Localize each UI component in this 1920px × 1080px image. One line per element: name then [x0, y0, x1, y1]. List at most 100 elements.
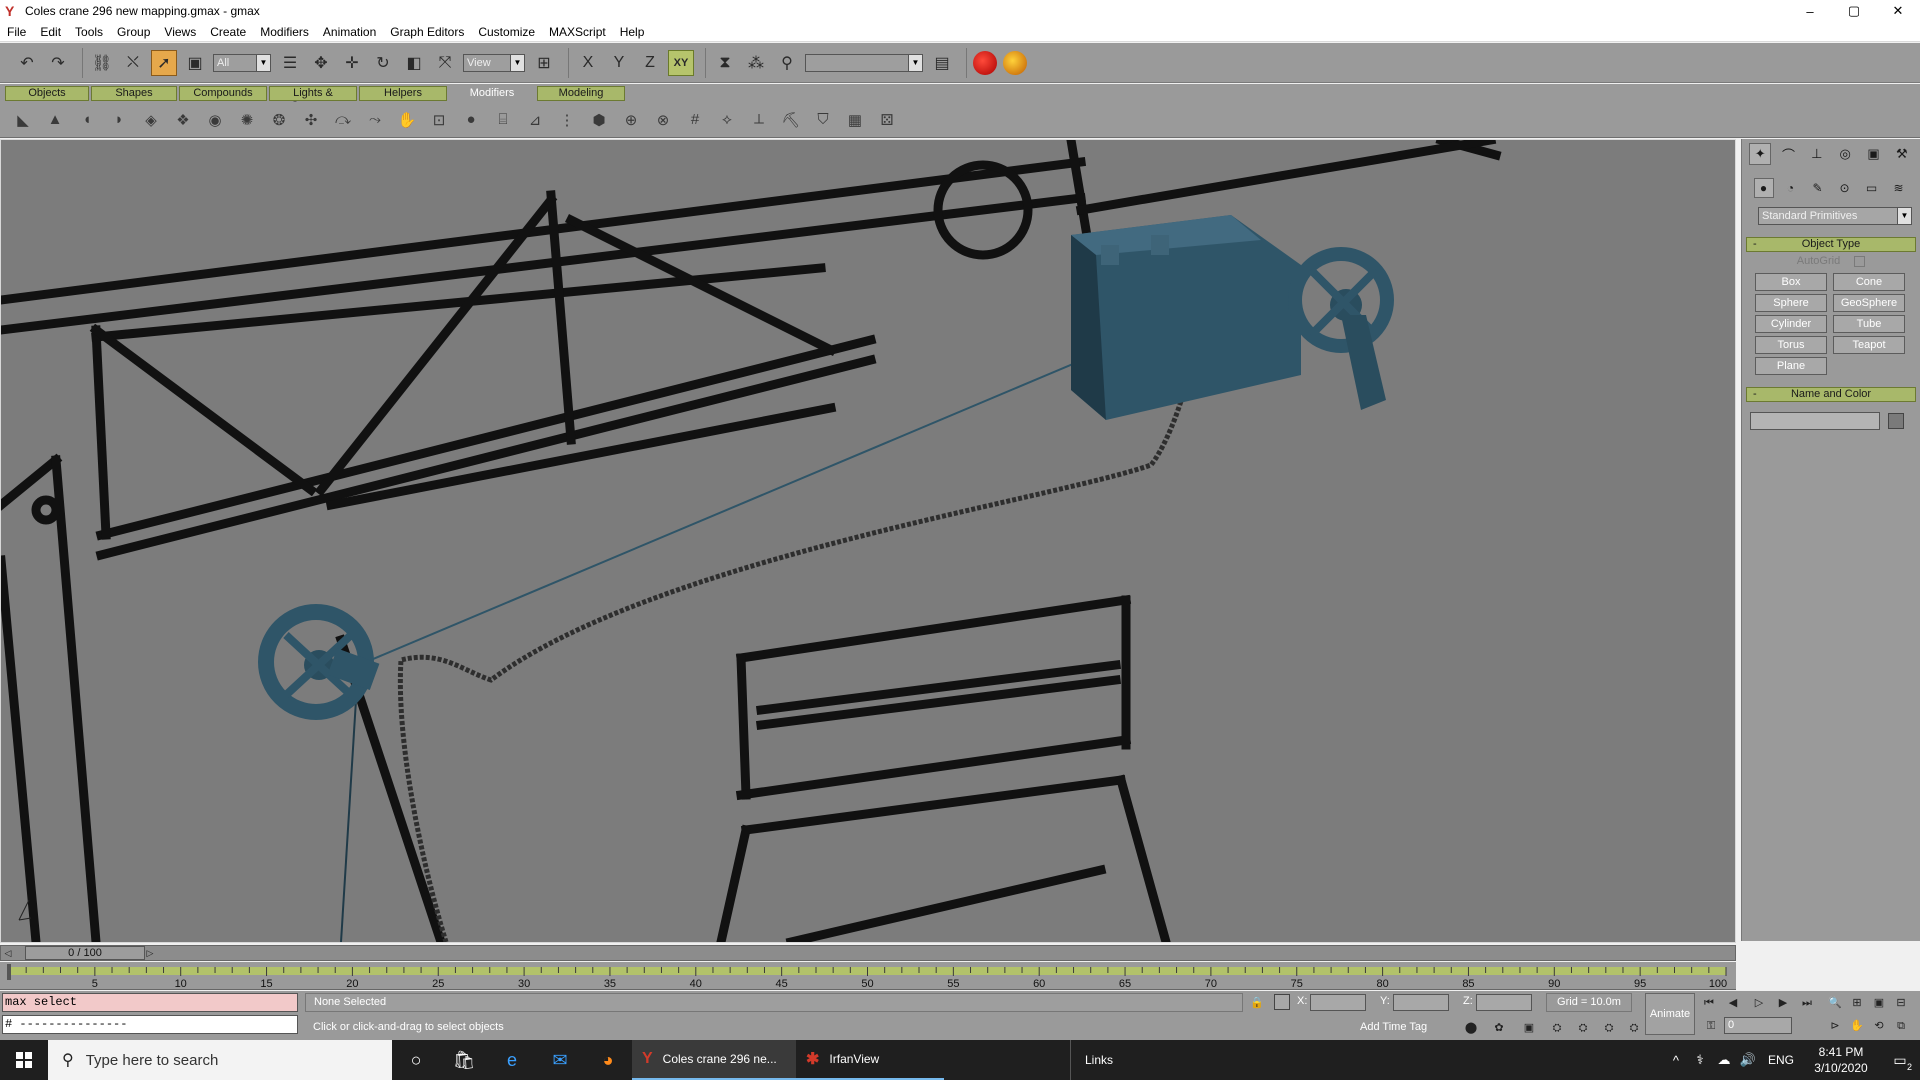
pivot-center-icon[interactable]: ⊞	[531, 50, 557, 76]
ik-joint-icon[interactable]: ⛭	[1600, 1019, 1618, 1037]
restrict-x-button[interactable]: X	[575, 50, 601, 76]
lathe-modifier-icon[interactable]: ⤳	[362, 107, 388, 133]
tab-helpers[interactable]: Helpers	[359, 85, 447, 101]
time-slider[interactable]: ◁ 0 / 100 ▷	[0, 945, 1736, 961]
lattice-modifier-icon[interactable]: ✺	[234, 107, 260, 133]
selection-region-icon[interactable]: ▣	[182, 50, 208, 76]
close-button[interactable]: ✕	[1876, 0, 1920, 22]
cone-button[interactable]: Cone	[1833, 273, 1905, 291]
cameras-category-icon[interactable]: ⊙	[1835, 178, 1855, 198]
tab-modeling[interactable]: Modeling	[537, 85, 625, 101]
create-panel-icon[interactable]: ✦	[1749, 143, 1772, 165]
y-coordinate-field[interactable]	[1393, 994, 1449, 1011]
go-to-start-icon[interactable]: ⏮	[1700, 994, 1718, 1012]
next-frame-icon[interactable]: ▶	[1774, 994, 1792, 1012]
ik-alt-icon[interactable]: ⛭	[1574, 1019, 1592, 1037]
select-and-link-icon[interactable]: ⛓	[89, 50, 115, 76]
object-color-swatch[interactable]	[1888, 413, 1904, 429]
displace-modifier-icon[interactable]: ⟡	[714, 107, 740, 133]
geosphere-button[interactable]: GeoSphere	[1833, 294, 1905, 312]
x-coordinate-field[interactable]	[1310, 994, 1366, 1011]
notification-center-icon[interactable]: ▭ 2	[1880, 1040, 1920, 1080]
mesh-smooth-modifier-icon[interactable]: ❂	[266, 107, 292, 133]
perspective-viewport[interactable]	[0, 139, 1736, 943]
material-editor-icon[interactable]	[973, 50, 997, 75]
menu-maxscript[interactable]: MAXScript	[542, 22, 613, 42]
object-name-input[interactable]	[1750, 412, 1880, 430]
menu-help[interactable]: Help	[613, 22, 652, 42]
torus-button[interactable]: Torus	[1755, 336, 1827, 354]
unlink-selection-icon[interactable]: ⛌	[120, 50, 146, 76]
tube-button[interactable]: Tube	[1833, 315, 1905, 333]
volume-icon[interactable]: 🔊	[1736, 1040, 1760, 1080]
restrict-xy-button[interactable]: XY	[668, 49, 694, 76]
add-time-tag[interactable]: Add Time Tag	[1360, 1019, 1432, 1035]
box-button[interactable]: Box	[1755, 273, 1827, 291]
listener-output[interactable]: max select	[2, 993, 298, 1012]
xform-modifier-icon[interactable]: ⊗	[650, 107, 676, 133]
relax-modifier-icon[interactable]: ✣	[298, 107, 324, 133]
redo-icon[interactable]: ↷	[45, 50, 71, 76]
tab-objects[interactable]: Objects	[5, 85, 89, 101]
object-type-header[interactable]: - Object Type	[1746, 237, 1916, 252]
current-frame-marker[interactable]	[7, 964, 11, 980]
bend-modifier-icon[interactable]: ◣	[10, 107, 36, 133]
cortana-icon[interactable]: ○	[392, 1040, 440, 1080]
select-and-move-icon[interactable]: ✥	[308, 50, 334, 76]
zoom-all-icon[interactable]: ⊞	[1848, 994, 1866, 1012]
mirror-icon[interactable]: ⧗	[712, 50, 738, 76]
onedrive-icon[interactable]: ☁	[1712, 1040, 1736, 1080]
plane-button[interactable]: Plane	[1755, 357, 1827, 375]
network-icon[interactable]: ⚕	[1688, 1040, 1712, 1080]
unwrap-uvw-icon[interactable]: ⚄	[874, 107, 900, 133]
links-toolbar[interactable]: Links	[1070, 1040, 1113, 1080]
chevron-right-icon[interactable]: ▷	[143, 946, 157, 960]
noise-modifier-icon[interactable]: ◗	[106, 107, 132, 133]
menu-animation[interactable]: Animation	[316, 22, 383, 42]
snap-toggle-icon[interactable]: ⚲	[774, 50, 800, 76]
menu-views[interactable]: Views	[157, 22, 203, 42]
uvw-map-modifier-icon[interactable]: ⊡	[426, 107, 452, 133]
space-warps-category-icon[interactable]: ≋	[1889, 178, 1909, 198]
mail-icon[interactable]: ✉	[536, 1040, 584, 1080]
taper-modifier-icon[interactable]: ▲	[42, 107, 68, 133]
menu-graph-editors[interactable]: Graph Editors	[383, 22, 471, 42]
select-object-icon[interactable]: ➚	[151, 49, 177, 76]
helpers-category-icon[interactable]: ▭	[1862, 178, 1882, 198]
previous-frame-icon[interactable]: ◀	[1724, 994, 1742, 1012]
taskbar-app-irfanview[interactable]: ✱ IrfanView	[796, 1040, 944, 1080]
cylinder-button[interactable]: Cylinder	[1755, 315, 1827, 333]
ik-terminator-icon[interactable]: ⛭	[1625, 1019, 1643, 1037]
select-and-scale-icon[interactable]: ◧	[401, 50, 427, 76]
geometry-category-icon[interactable]: ●	[1753, 178, 1774, 198]
language-indicator[interactable]: ENG	[1760, 1053, 1802, 1067]
maximize-button[interactable]: ▢	[1832, 0, 1876, 22]
menu-edit[interactable]: Edit	[33, 22, 68, 42]
mesh-select-icon[interactable]: ⊕	[618, 107, 644, 133]
utilities-panel-icon[interactable]: ⚒	[1891, 143, 1913, 165]
select-and-rotate-icon[interactable]: ↻	[370, 50, 396, 76]
autogrid-checkbox[interactable]	[1854, 255, 1866, 267]
field-of-view-icon[interactable]: ⊳	[1826, 1017, 1844, 1035]
reference-coordinate-dropdown[interactable]: View ▼	[463, 53, 525, 72]
track-bar[interactable]: 5 10 15 20 25 30 35 40 45 50 55 60 65 70 75 80 85 90 95 100	[0, 962, 1736, 990]
ik-icon[interactable]: ⛭	[1548, 1019, 1566, 1037]
hierarchy-panel-icon[interactable]: ⊥	[1806, 143, 1828, 165]
extrude-modifier-icon[interactable]: ⤼	[330, 107, 356, 133]
render-scene-icon[interactable]	[1003, 50, 1027, 75]
store-icon[interactable]: 🛍	[440, 1040, 488, 1080]
menu-tools[interactable]: Tools	[68, 22, 110, 42]
name-and-color-header[interactable]: - Name and Color	[1746, 387, 1916, 402]
primitive-type-dropdown[interactable]: Standard Primitives ▼	[1758, 207, 1912, 225]
minimize-button[interactable]: –	[1788, 0, 1832, 22]
zoom-extents-all-icon[interactable]: ⊟	[1892, 994, 1910, 1012]
ffd-modifier-icon[interactable]: ❖	[170, 107, 196, 133]
menu-file[interactable]: File	[0, 22, 33, 42]
maximize-viewport-icon[interactable]: ⧉	[1892, 1017, 1910, 1035]
taskbar-clock[interactable]: 8:41 PM 3/10/2020	[1802, 1044, 1880, 1076]
sphere-button[interactable]: Sphere	[1755, 294, 1827, 312]
absolute-mode-icon[interactable]	[1274, 994, 1290, 1010]
skew-modifier-icon[interactable]: ⟂	[746, 107, 772, 133]
edit-poly-modifier-icon[interactable]: ⋮	[554, 107, 580, 133]
current-frame-field[interactable]: 0	[1724, 1017, 1792, 1034]
